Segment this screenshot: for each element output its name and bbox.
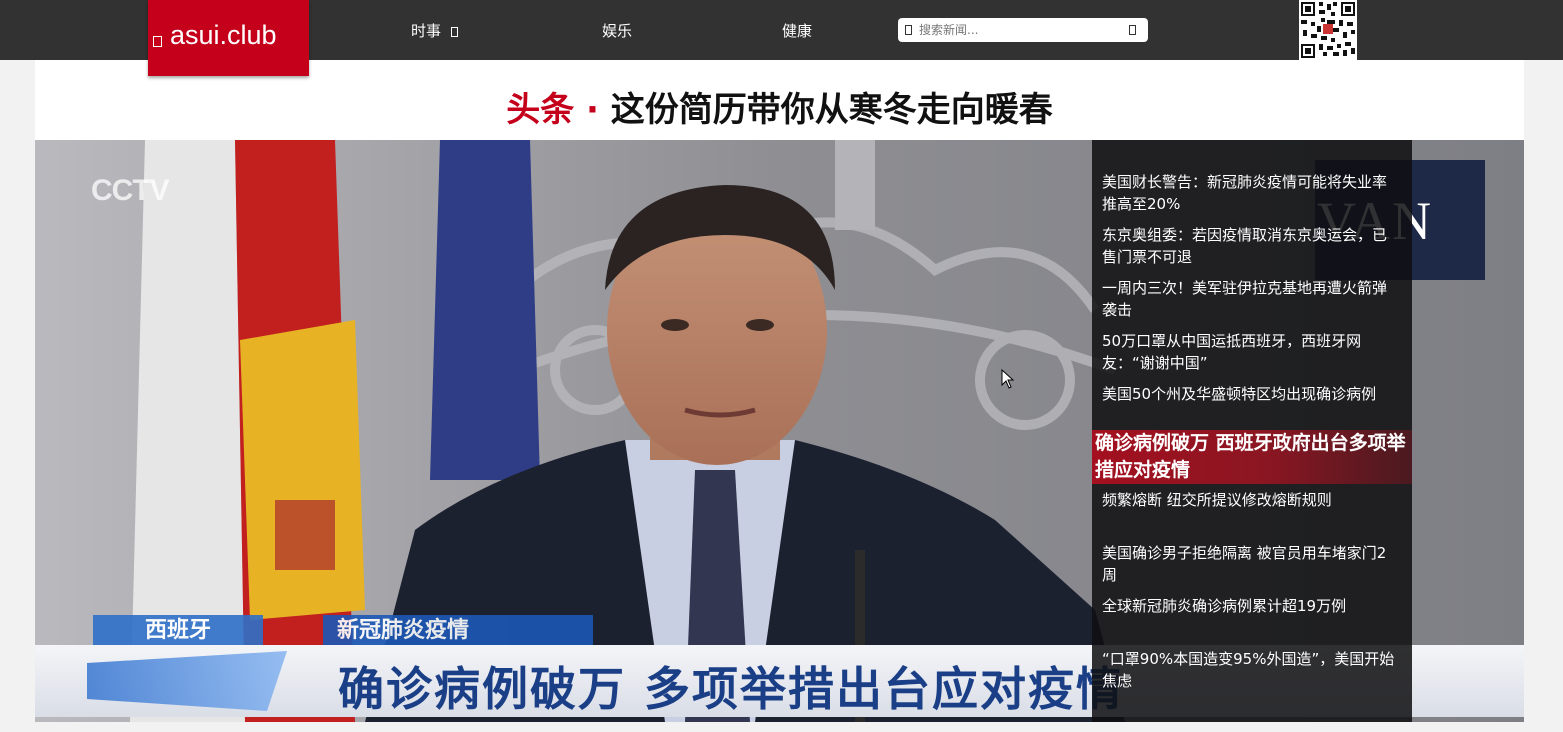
news-list-item[interactable]: 50万口罩从中国运抵西班牙，西班牙网友：“谢谢中国” xyxy=(1102,330,1398,374)
site-logo[interactable]: asui.club xyxy=(148,0,309,76)
qr-code-image xyxy=(1299,0,1357,60)
caption-main-text: 确诊病例破万 多项举措出台应对疫情 xyxy=(338,662,1125,716)
caption-topic-tag: 新冠肺炎疫情 xyxy=(323,615,593,647)
page-headline[interactable]: 头条 · 这份简历带你从寒冬走向暖春 xyxy=(35,82,1524,131)
nav-item-label: 时事 xyxy=(411,22,442,40)
headline-title: 这份简历带你从寒冬走向暖春 xyxy=(610,90,1053,130)
logo-icon xyxy=(153,36,162,47)
nav-item-health[interactable]: 健康 xyxy=(782,20,812,41)
search-input[interactable] xyxy=(919,20,1119,40)
top-nav-bar: asui.club 时事 娱乐 健康 xyxy=(0,0,1563,76)
caption-graphic xyxy=(87,651,287,711)
caption-region-tag: 西班牙 xyxy=(93,615,263,647)
news-list-item[interactable]: 频繁熔断 纽交所提议修改熔断规则 xyxy=(1102,489,1398,511)
news-list-item[interactable]: “口罩90%本国造变95%外国造”，美国开始焦虑 xyxy=(1102,648,1398,692)
news-list-item[interactable]: 美国50个州及华盛顿特区均出现确诊病例 xyxy=(1102,383,1398,405)
nav-item-label: 健康 xyxy=(782,22,813,40)
site-logo-text: asui.club xyxy=(170,20,277,50)
nav-item-label: 娱乐 xyxy=(602,22,633,40)
nav-item-current-affairs[interactable]: 时事 xyxy=(411,20,459,41)
news-list-item[interactable]: 美国确诊男子拒绝隔离 被官员用车堵家门2周 xyxy=(1102,542,1398,586)
search-box-icon xyxy=(905,25,912,35)
news-list-item[interactable]: 美国财长警告：新冠肺炎疫情可能将失业率推高至20% xyxy=(1102,171,1398,215)
news-featured-item[interactable]: 确诊病例破万 西班牙政府出台多项举措应对疫情 xyxy=(1092,430,1412,484)
search-icon[interactable] xyxy=(1129,25,1136,35)
news-list-item[interactable]: 一周内三次！美军驻伊拉克基地再遭火箭弹袭击 xyxy=(1102,277,1398,321)
search-box xyxy=(898,18,1148,42)
channel-logo: CCTV xyxy=(91,174,170,207)
news-list-item[interactable]: 全球新冠肺炎确诊病例累计超19万例 xyxy=(1102,595,1398,617)
news-list-panel: 美国财长警告：新冠肺炎疫情可能将失业率推高至20% 东京奥组委：若因疫情取消东京… xyxy=(1092,140,1412,722)
news-list-item[interactable]: 东京奥组委：若因疫情取消东京奥运会，已售门票不可退 xyxy=(1102,224,1398,268)
mouse-cursor-icon xyxy=(1001,369,1015,389)
nav-item-entertainment[interactable]: 娱乐 xyxy=(602,20,632,41)
chevron-down-icon xyxy=(451,27,459,37)
headline-tag: 头条 · xyxy=(506,90,611,130)
